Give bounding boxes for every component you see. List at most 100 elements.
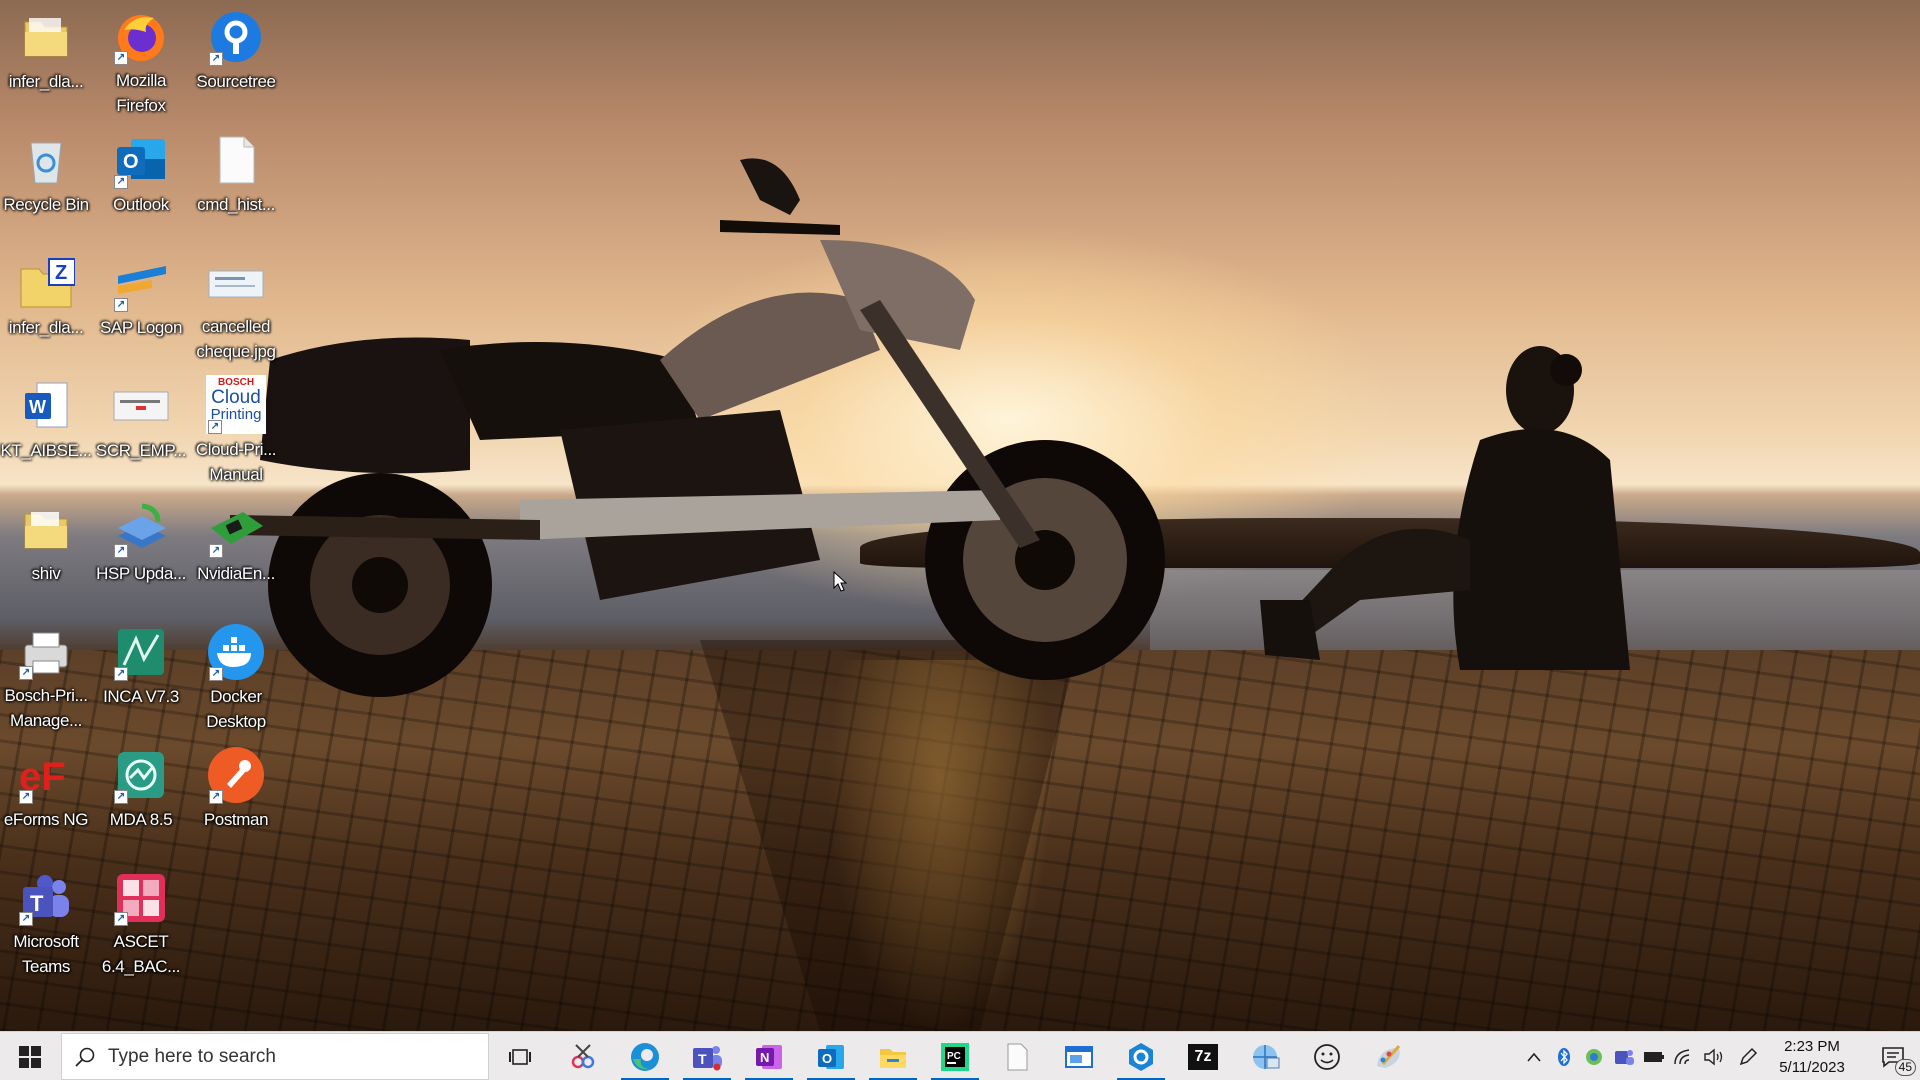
tray-battery[interactable] [1642,1032,1666,1080]
word-document-icon: W [17,377,75,435]
desktop-icon-hsp-update[interactable]: ↗ HSP Upda... [95,492,187,610]
taskbar-outlook[interactable]: O [803,1032,859,1080]
icon-label: Sourcetree [196,72,276,91]
shortcut-arrow-icon: ↗ [114,51,128,65]
outlook-icon: O ↗ [112,131,170,189]
pycharm-icon: PC [941,1042,969,1071]
windows-logo-icon [19,1045,41,1068]
wallpaper-silhouettes [230,158,1630,1031]
icon-label: MDA 8.5 [109,810,173,829]
desktop-icon-postman[interactable]: ↗ Postman [190,738,282,856]
onenote-icon: N [756,1044,782,1069]
tray-bluetooth[interactable] [1553,1032,1575,1080]
taskbar-window-app[interactable] [1051,1032,1107,1080]
shortcut-arrow-icon: ↗ [19,666,33,680]
taskbar-teams[interactable]: T [679,1032,735,1080]
taskbar-notepad[interactable] [989,1032,1045,1080]
desktop-icon-cancelled-cheque[interactable]: cancelled cheque.jpg [190,246,282,364]
desktop-icon-kt-aibse[interactable]: W KT_AIBSE... [0,369,92,487]
icon-label: Outlook [113,195,169,214]
bosch-cloud-printing-icon: BOSCH Cloud Printing ↗ [206,375,266,434]
notepad-icon [1007,1043,1028,1070]
taskbar-settings-tool[interactable] [1113,1032,1169,1080]
taskbar-network-app[interactable] [1237,1032,1293,1080]
tray-volume[interactable] [1702,1032,1726,1080]
desktop-icon-ascet[interactable]: ↗ ASCET 6.4_BAC... [95,861,187,979]
desktop-icon-scr-emp[interactable]: SCR_EMP... [95,369,187,487]
teams-icon: T [693,1045,722,1070]
icon-label: INCA V7.3 [103,687,179,706]
taskbar-pycharm[interactable]: PC [927,1032,983,1080]
icon-label: Recycle Bin [3,195,89,214]
taskbar-edge[interactable] [617,1032,673,1080]
file-explorer-icon [880,1048,906,1068]
paint-icon [1377,1044,1401,1068]
desktop-icon-cloud-printing-manual[interactable]: BOSCH Cloud Printing ↗ Cloud-Pri... Manu… [190,369,282,487]
taskbar-7zip[interactable]: 7z [1175,1032,1231,1080]
desktop-icon-outlook[interactable]: O ↗ Outlook [95,123,187,241]
sourcetree-icon: ↗ [207,8,265,66]
desktop-icon-shiv-folder[interactable]: shiv [0,492,92,610]
desktop-icon-infer-dla-folder[interactable]: infer_dla... [0,0,92,118]
tray-teams[interactable] [1612,1032,1636,1080]
7zip-icon: 7z [1188,1043,1218,1070]
desktop-icon-eforms-ng[interactable]: eF ↗ eForms NG [0,738,92,856]
taskbar-file-explorer[interactable] [865,1032,921,1080]
desktop-icon-sourcetree[interactable]: ↗ Sourcetree [190,0,282,118]
desktop-icon-mozilla-firefox[interactable]: ↗ Mozilla Firefox [95,0,187,118]
taskbar-clock[interactable]: 2:23 PM 5/11/2023 [1760,1034,1864,1079]
teams-icon [1615,1049,1634,1065]
show-hidden-icons-button[interactable] [1523,1032,1545,1080]
edge-icon [631,1042,659,1071]
shortcut-arrow-icon: ↗ [114,175,128,189]
svg-text:Z: Z [55,262,67,284]
task-view-button[interactable] [492,1032,548,1080]
taskbar-emoji-app[interactable] [1299,1032,1355,1080]
desktop-icon-cmd-hist[interactable]: cmd_hist... [190,123,282,241]
icon-label: Mozilla Firefox [115,71,167,115]
cloud-badge-line1: Cloud [211,387,261,408]
tray-wifi[interactable] [1672,1032,1696,1080]
taskbar-onenote[interactable]: N [741,1032,797,1080]
notification-count-badge: 45 [1894,1059,1916,1076]
taskbar: Type here to search T N O PC 7z 2:23 PM … [0,1031,1920,1080]
desktop-icon-recycle-bin[interactable]: Recycle Bin [0,123,92,241]
svg-text:N: N [760,1050,769,1065]
start-button[interactable] [0,1032,60,1080]
desktop-icon-docker-desktop[interactable]: ↗ Docker Desktop [190,615,282,733]
action-center-button[interactable]: 45 [1866,1032,1920,1080]
zip-folder-icon: Z [17,254,75,312]
taskbar-paint-app[interactable] [1361,1032,1417,1080]
desktop-icon-sap-logon[interactable]: ↗ SAP Logon [95,246,187,364]
icon-label: SAP Logon [99,318,183,337]
tray-vpn[interactable] [1582,1032,1606,1080]
desktop-icon-infer-dla-zip[interactable]: Z infer_dla... [0,246,92,364]
clock-time: 2:23 PM [1784,1037,1840,1055]
shortcut-arrow-icon: ↗ [209,544,223,558]
shortcut-arrow-icon: ↗ [114,667,128,681]
desktop-icon-mda[interactable]: ↗ MDA 8.5 [95,738,187,856]
icon-label: cmd_hist... [197,195,275,214]
bluetooth-icon [1558,1047,1570,1066]
tray-pen[interactable] [1736,1032,1760,1080]
desktop-icon-bosch-print-manager[interactable]: ↗ Bosch-Pri... Manage... [0,615,92,733]
icon-label: Docker Desktop [206,687,266,731]
desktop-icon-microsoft-teams[interactable]: T ↗ Microsoft Teams [0,861,92,979]
battery-icon [1644,1051,1664,1062]
pen-icon [1739,1047,1758,1065]
svg-text:T: T [698,1051,707,1067]
settings-tool-icon [1129,1042,1153,1071]
wifi-icon [1674,1048,1690,1064]
desktop-icon-nvidia-en[interactable]: ↗ NvidiaEn... [190,492,282,610]
taskbar-snipping-tool[interactable] [555,1032,611,1080]
icon-label: ASCET 6.4_BAC... [101,932,181,976]
shortcut-arrow-icon: ↗ [114,298,128,312]
icon-label: eForms NG [3,810,89,829]
man-silhouette [1260,346,1630,670]
desktop-icon-inca[interactable]: ↗ INCA V7.3 [95,615,187,733]
docker-icon: ↗ [207,623,265,681]
taskbar-search-box[interactable]: Type here to search [61,1033,489,1080]
icon-label: Microsoft Teams [13,932,79,976]
emoji-icon [1314,1043,1340,1070]
text-file-icon [207,131,265,189]
